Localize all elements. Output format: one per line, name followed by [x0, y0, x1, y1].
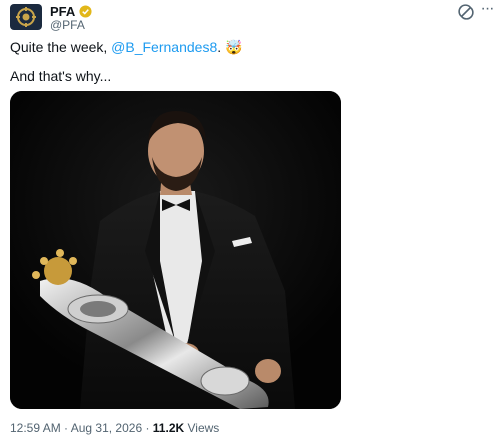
- grok-icon[interactable]: [458, 4, 474, 20]
- views-count[interactable]: 11.2K: [153, 421, 184, 435]
- mention-link[interactable]: @B_Fernandes8: [111, 39, 217, 55]
- tweet-text-line2: And that's why...: [10, 68, 112, 84]
- tweet-photo[interactable]: [10, 91, 341, 409]
- more-icon[interactable]: ···: [478, 1, 496, 20]
- pfa-logo-icon: [16, 7, 36, 27]
- photo-image: [10, 91, 341, 409]
- tweet-text-after: . 🤯: [217, 39, 243, 55]
- avatar[interactable]: [10, 4, 42, 30]
- tweet: PFA @PFA ··· Quite the week, @B_Fernande…: [0, 0, 500, 440]
- meta-separator-2: ·: [142, 421, 153, 435]
- author-name[interactable]: PFA: [50, 4, 92, 19]
- meta-separator: ·: [60, 421, 71, 435]
- views-label: Views: [184, 421, 220, 435]
- tweet-time[interactable]: 12:59 AM: [10, 421, 61, 435]
- tweet-date[interactable]: Aug 31, 2026: [71, 421, 142, 435]
- author-name-text[interactable]: PFA: [50, 4, 75, 19]
- tweet-text: Quite the week, @B_Fernandes8. 🤯: [10, 38, 242, 56]
- tweet-text-before: Quite the week,: [10, 39, 112, 55]
- tweet-meta: 12:59 AM · Aug 31, 2026 · 11.2K Views: [10, 421, 219, 435]
- verified-badge-icon: [79, 5, 92, 18]
- author-handle[interactable]: @PFA: [50, 18, 85, 32]
